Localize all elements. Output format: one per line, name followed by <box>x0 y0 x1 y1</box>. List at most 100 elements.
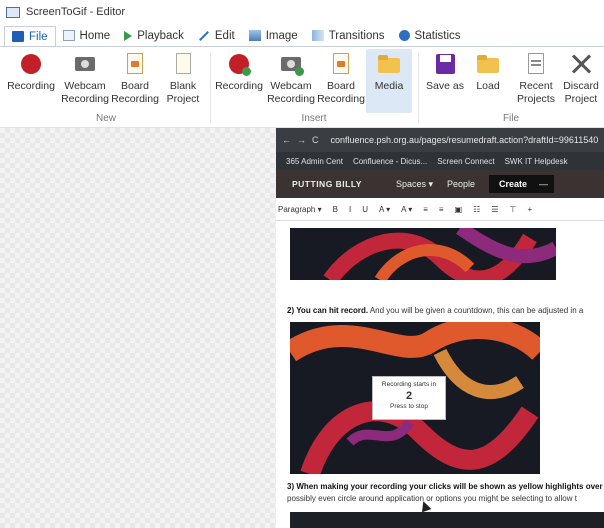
folder-icon <box>475 51 501 77</box>
button-label-line1: Discard <box>563 80 599 92</box>
tab-label: Playback <box>137 29 184 42</box>
blank-page-icon <box>170 51 196 77</box>
recent-projects-button[interactable]: Recent Projects <box>512 51 560 106</box>
confluence-header: PUTTING BILLY Spaces ▾ People Create — <box>276 170 604 198</box>
button-label-line1: Blank <box>169 80 197 92</box>
editor-toolbar: Paragraph ▾ B I U A ▾ A ▾ ≡ ≡ ▣ ☷ ☰ ⊤ + <box>276 198 604 221</box>
button-label-line1: Recent <box>519 80 553 92</box>
more-icon: — <box>533 175 555 193</box>
step-2-rest: And you will be given a countdown, this … <box>368 306 584 315</box>
create-button: Create <box>489 175 538 193</box>
bookmark: SWK IT Helpdesk <box>504 156 568 166</box>
wallpaper-image: Recording starts in 2 Press to stop <box>290 322 540 474</box>
button-label: Media <box>374 80 404 92</box>
bookmark: 365 Admin Cent <box>286 156 343 166</box>
toolbar-item: A ▾ <box>401 204 413 214</box>
button-label-line2: Recording <box>317 93 365 105</box>
ribbon: Recording Webcam Recording Board Recordi… <box>0 46 604 128</box>
toolbar-item: I <box>348 204 352 214</box>
group-label-file: File <box>502 113 520 124</box>
title-bar: ScreenToGif - Editor <box>0 0 604 24</box>
tab-image[interactable]: Image <box>242 25 305 46</box>
step-2-text: 2) You can hit record. And you will be g… <box>287 306 583 315</box>
tab-file[interactable]: File <box>4 26 56 47</box>
tab-playback[interactable]: Playback <box>117 25 191 46</box>
board-icon <box>122 51 148 77</box>
insert-board-recording-button[interactable]: Board Recording <box>316 51 366 106</box>
tab-label: Transitions <box>328 29 385 42</box>
tab-label: Image <box>265 29 298 42</box>
countdown-dialog: Recording starts in 2 Press to stop <box>372 376 446 420</box>
group-new: Recording Webcam Recording Board Recordi… <box>0 47 212 127</box>
button-label: Save as <box>426 80 464 92</box>
people-link: People <box>447 179 476 189</box>
insert-webcam-recording-button[interactable]: Webcam Recording <box>262 51 320 106</box>
play-icon <box>124 30 133 41</box>
toolbar-item: ≡ <box>423 204 428 214</box>
button-label-line2: Recording <box>267 93 315 105</box>
toolbar-item: ⊤ <box>509 204 517 214</box>
button-label-line1: Board <box>326 80 356 92</box>
abstract-ribbons-graphic <box>323 228 556 280</box>
insert-recording-button[interactable]: Recording <box>214 51 264 93</box>
browser-bookmarks-bar: 365 Admin Cent Confluence - Dicus... Scr… <box>276 152 604 170</box>
dark-screenshot-strip <box>290 512 604 528</box>
toolbar-item: A ▾ <box>378 204 391 214</box>
button-label: Recording <box>7 80 55 92</box>
new-webcam-recording-button[interactable]: Webcam Recording <box>56 51 114 106</box>
group-file: Save as Load Recent Projects Discard Pro… <box>418 47 604 127</box>
group-label-insert: Insert <box>301 113 327 124</box>
button-label-line1: Webcam <box>64 80 106 92</box>
toolbar-item: ≡ <box>438 204 444 214</box>
toolbar-item: B <box>332 204 338 214</box>
button-label: Load <box>476 80 500 92</box>
toolbar-item: + <box>527 204 533 214</box>
close-x-icon <box>568 51 594 77</box>
toolbar-item: ☷ <box>473 204 481 214</box>
step-3-text-line2: possibly even circle around application … <box>287 494 577 503</box>
browser-url: confluence.psh.org.au/pages/resumedraft.… <box>330 135 599 145</box>
tab-home[interactable]: Home <box>56 25 118 46</box>
home-icon <box>62 30 75 41</box>
button-label-line2: Project <box>564 93 598 105</box>
window-title: ScreenToGif - Editor <box>26 6 126 18</box>
bookmark: Screen Connect <box>437 156 495 166</box>
group-label-new: New <box>95 113 116 124</box>
button-label-line2: Recording <box>61 93 109 105</box>
button-label-line2: Project <box>166 93 200 105</box>
browser-address-bar: ←→C confluence.psh.org.au/pages/resumedr… <box>276 128 604 152</box>
frame-preview[interactable]: ←→C confluence.psh.org.au/pages/resumedr… <box>276 128 604 528</box>
tab-edit[interactable]: Edit <box>191 25 242 46</box>
camera-icon <box>72 51 98 77</box>
load-button[interactable]: Load <box>468 51 508 93</box>
ribbon-tabs: File Home Playback Edit Image Transition… <box>0 24 604 47</box>
discard-project-button[interactable]: Discard Project <box>558 51 604 106</box>
save-as-button[interactable]: Save as <box>422 51 468 93</box>
folder-icon <box>376 51 402 77</box>
countdown-value: 2 <box>405 390 413 402</box>
tab-transitions[interactable]: Transitions <box>305 25 392 46</box>
app-icon <box>6 6 20 18</box>
recent-document-icon <box>523 51 549 77</box>
button-label-line1: Webcam <box>270 80 312 92</box>
board-icon <box>328 51 354 77</box>
floppy-disk-icon <box>432 51 458 77</box>
new-recording-button[interactable]: Recording <box>6 51 56 93</box>
record-icon <box>226 51 252 77</box>
info-icon <box>398 30 410 41</box>
insert-media-button[interactable]: Media <box>366 49 412 113</box>
browser-nav-icons: ←→C <box>282 135 325 145</box>
transitions-icon <box>311 30 324 41</box>
countdown-title: Recording starts in <box>381 381 437 388</box>
new-blank-project-button[interactable]: Blank Project <box>158 51 208 106</box>
button-label: Recording <box>215 80 263 92</box>
confluence-logo: PUTTING BILLY <box>292 179 362 189</box>
step-3-bold: 3) When making your recording your click… <box>287 482 604 491</box>
toolbar-item: ▣ <box>454 204 463 214</box>
camera-icon <box>278 51 304 77</box>
button-label-line2: Recording <box>111 93 159 105</box>
tab-statistics[interactable]: Statistics <box>392 25 468 46</box>
group-insert: Recording Webcam Recording Board Recordi… <box>210 47 418 127</box>
new-board-recording-button[interactable]: Board Recording <box>110 51 160 106</box>
button-label-line2: Projects <box>517 93 555 105</box>
